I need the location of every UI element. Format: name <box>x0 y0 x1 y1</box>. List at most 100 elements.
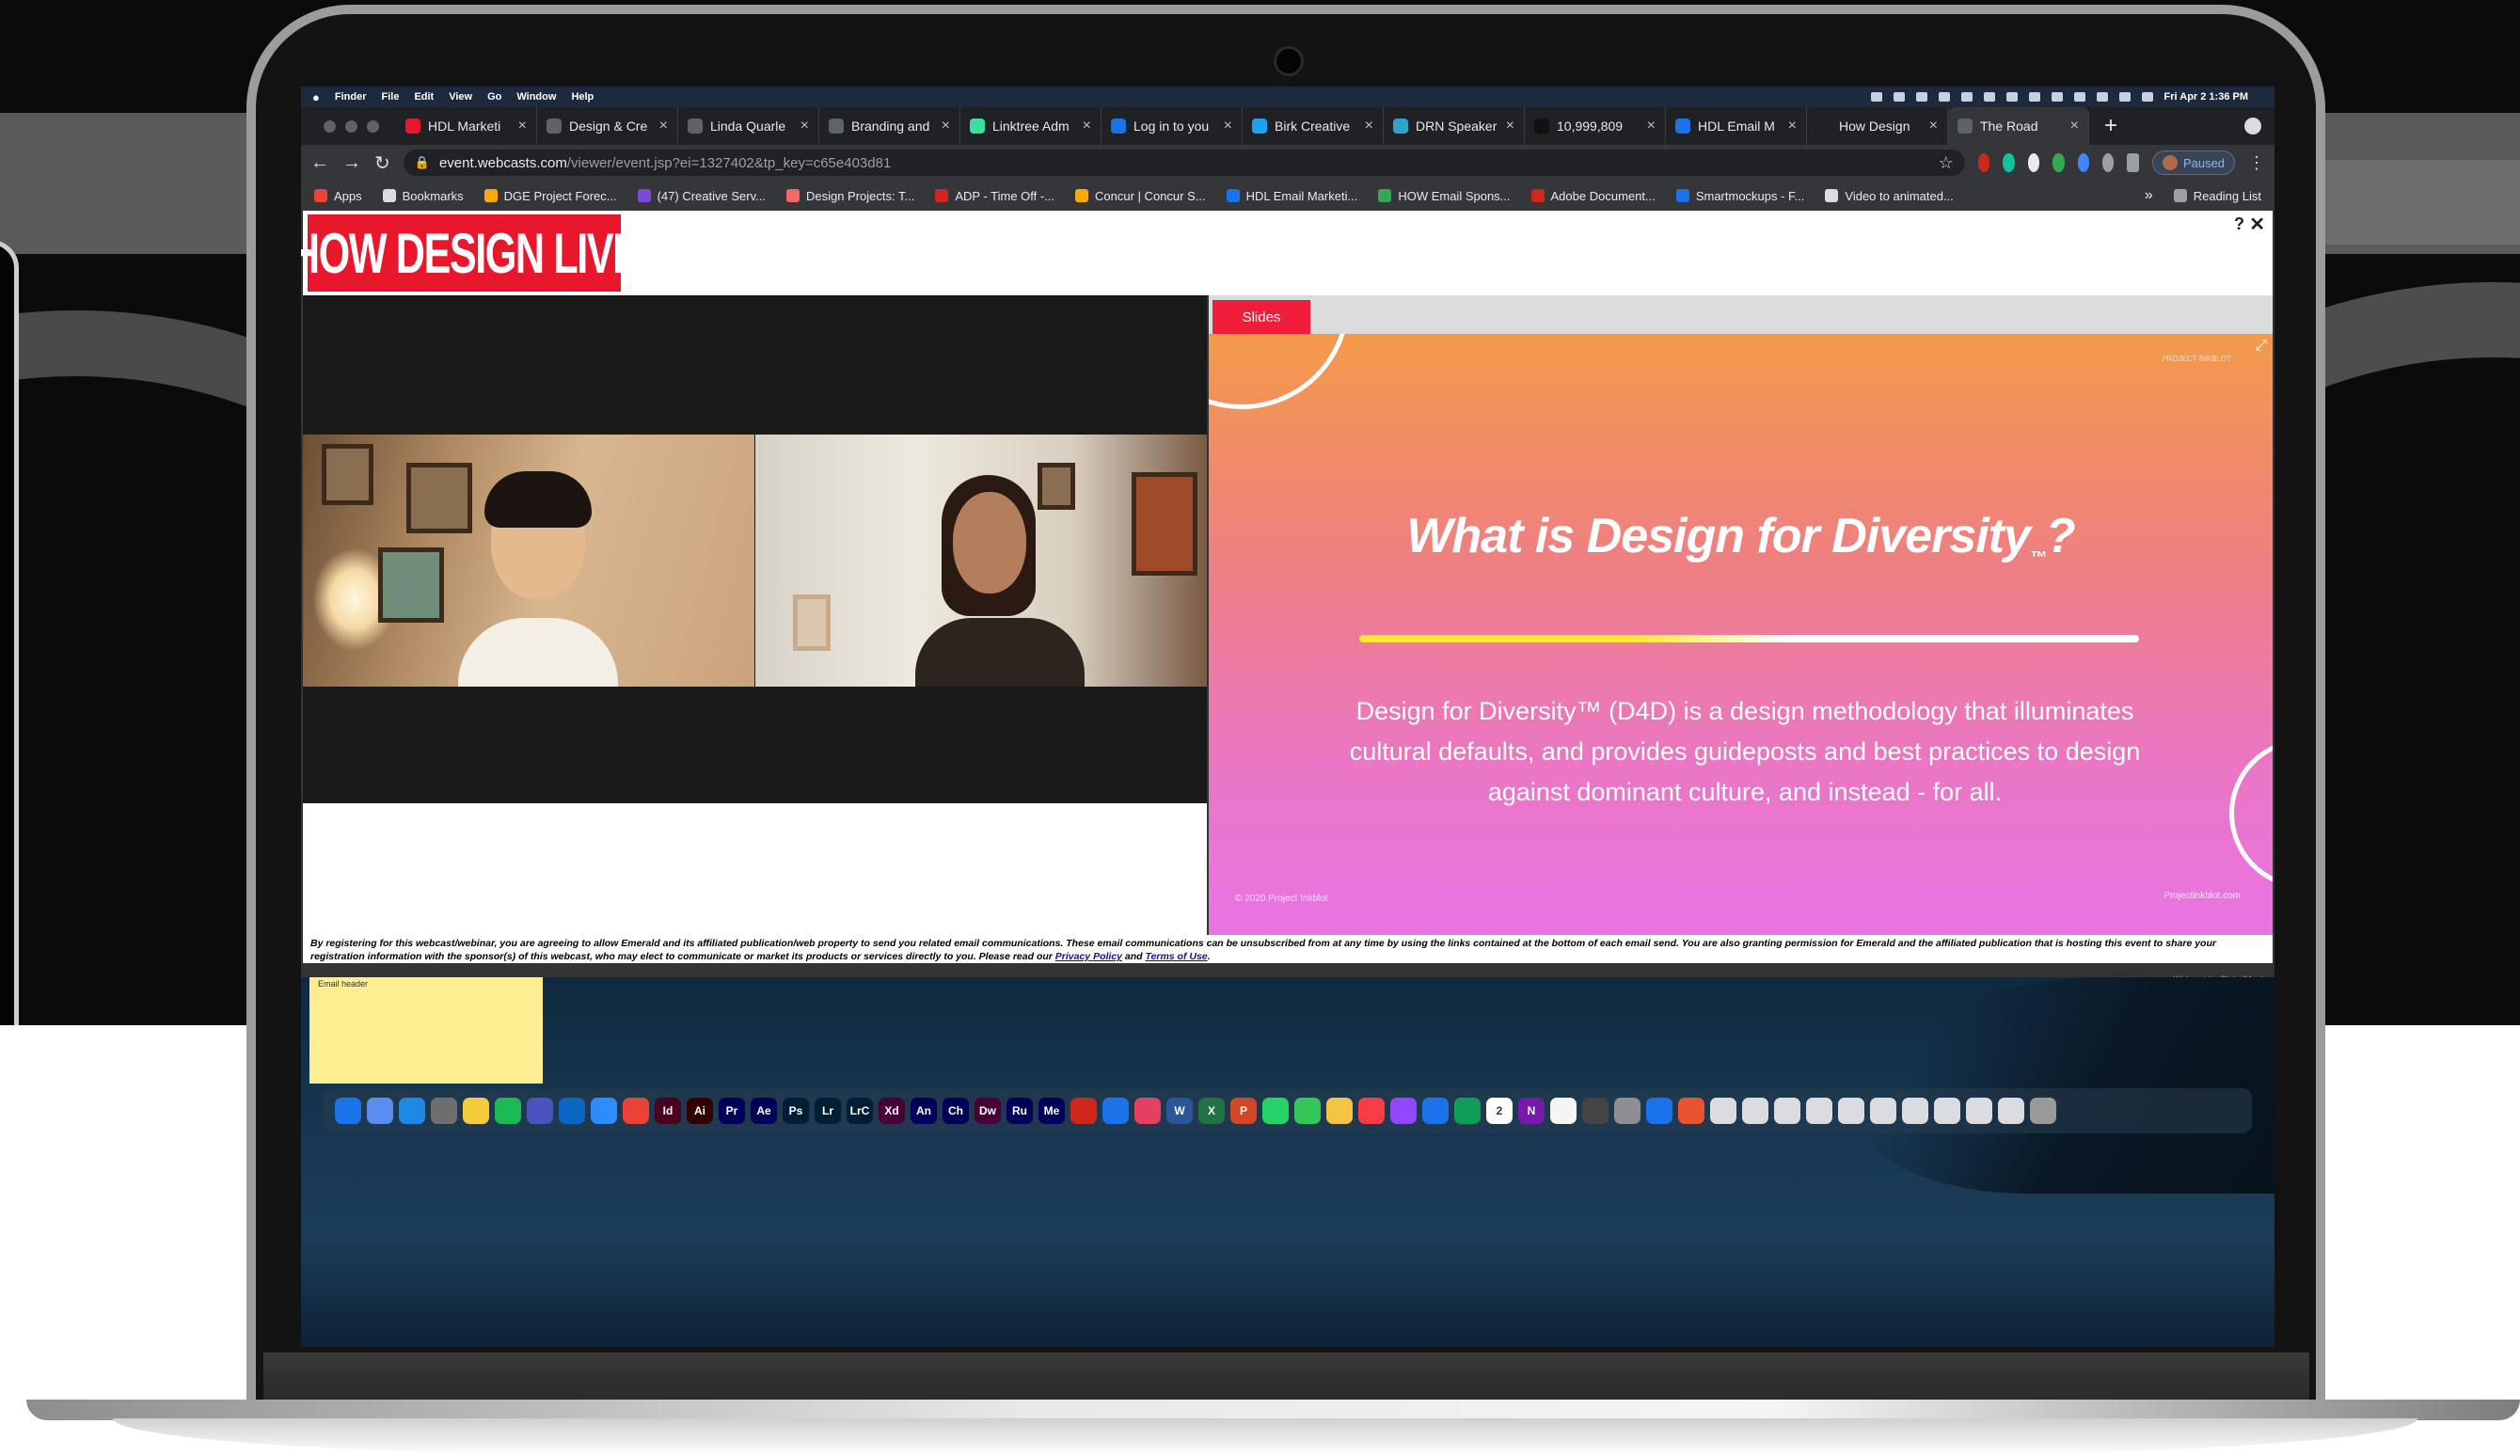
minimize-window-button[interactable] <box>345 119 357 133</box>
status-icon[interactable] <box>1915 92 1927 102</box>
bookmark-item[interactable]: Bookmarks <box>382 189 464 203</box>
dock-app-icon[interactable] <box>1838 1098 1864 1124</box>
dock-app-icon[interactable] <box>1454 1098 1481 1124</box>
menu-go[interactable]: Go <box>487 91 501 103</box>
dock-app-icon[interactable] <box>1582 1098 1609 1124</box>
close-tab-icon[interactable]: × <box>2070 118 2079 135</box>
dock-app-icon[interactable] <box>1678 1098 1704 1124</box>
volume-icon[interactable] <box>2028 92 2040 102</box>
menu-edit[interactable]: Edit <box>414 91 434 103</box>
grammarly-extension-icon[interactable] <box>2003 153 2015 172</box>
spotlight-icon[interactable] <box>2118 92 2131 102</box>
dock-app-icon[interactable]: LrC <box>847 1098 873 1124</box>
browser-tab[interactable]: Linda Quarle × <box>678 107 819 145</box>
reload-icon[interactable]: ↻ <box>374 151 390 175</box>
close-tab-icon[interactable]: × <box>1788 118 1797 135</box>
terms-of-use-link[interactable]: Terms of Use <box>1146 951 1208 962</box>
menu-help[interactable]: Help <box>571 91 594 103</box>
dock-app-icon[interactable] <box>527 1098 553 1124</box>
browser-tab[interactable]: Birk Creative × <box>1243 107 1384 145</box>
chrome-menu-icon[interactable]: ⋮ <box>2248 153 2265 173</box>
wifi-icon[interactable] <box>2096 92 2108 102</box>
bookmark-item[interactable]: (47) Creative Serv... <box>637 189 766 203</box>
bluetooth-icon[interactable] <box>2051 92 2063 102</box>
close-tab-icon[interactable]: × <box>1083 118 1091 135</box>
browser-tab[interactable]: The Road × <box>1948 107 2089 145</box>
bookmark-item[interactable]: Video to animated... <box>1825 189 1954 203</box>
dock-app-icon[interactable]: Pr <box>719 1098 745 1124</box>
bookmarks-overflow-button[interactable]: » <box>2145 187 2153 204</box>
dock-app-icon[interactable] <box>1998 1098 2024 1124</box>
reading-list-button[interactable]: Reading List <box>2173 189 2261 203</box>
dock-app-icon[interactable] <box>1070 1098 1097 1124</box>
dock-app-icon[interactable] <box>335 1098 361 1124</box>
dock-app-icon[interactable]: Ai <box>687 1098 713 1124</box>
bookmark-star-icon[interactable]: ☆ <box>1939 153 1954 173</box>
dock-app-icon[interactable] <box>1966 1098 1992 1124</box>
how-design-live-logo[interactable]: HOW DESIGN LIVE <box>301 214 640 292</box>
new-tab-button[interactable]: + <box>2089 113 2132 139</box>
privacy-policy-link[interactable]: Privacy Policy <box>1055 951 1122 962</box>
close-icon[interactable]: ✕ <box>2249 213 2265 236</box>
adblock-extension-icon[interactable] <box>1977 153 1990 172</box>
extension-icon[interactable] <box>2052 153 2065 172</box>
dock-app-icon[interactable] <box>399 1098 425 1124</box>
status-icon[interactable] <box>1938 92 1950 102</box>
bookmark-item[interactable]: Adobe Document... <box>1530 189 1656 203</box>
bookmark-item[interactable]: Design Projects: T... <box>785 189 914 203</box>
dock-app-icon[interactable] <box>1390 1098 1417 1124</box>
dock-app-icon[interactable] <box>1294 1098 1321 1124</box>
dock-app-icon[interactable] <box>1646 1098 1672 1124</box>
close-tab-icon[interactable]: × <box>1365 118 1373 135</box>
reading-mode-icon[interactable] <box>2127 153 2139 172</box>
browser-tab[interactable]: DRN Speaker × <box>1384 107 1525 145</box>
bookmark-item[interactable]: HDL Email Marketi... <box>1226 189 1357 203</box>
dock-app-icon[interactable] <box>559 1098 585 1124</box>
bookmark-item[interactable]: ADP - Time Off -... <box>935 189 1054 203</box>
dock-app-icon[interactable] <box>1550 1098 1577 1124</box>
dock-app-icon[interactable] <box>463 1098 489 1124</box>
dock-app-icon[interactable]: An <box>911 1098 937 1124</box>
dock-app-icon[interactable] <box>1102 1098 1129 1124</box>
dock-app-icon[interactable]: Id <box>655 1098 681 1124</box>
extensions-puzzle-icon[interactable] <box>2102 153 2115 172</box>
bookmark-item[interactable]: DGE Project Forec... <box>483 189 617 203</box>
dock-app-icon[interactable]: Me <box>1038 1098 1065 1124</box>
extension-icon[interactable] <box>2077 153 2090 172</box>
dock-app-icon[interactable] <box>1358 1098 1385 1124</box>
control-center-icon[interactable] <box>2141 92 2153 102</box>
close-tab-icon[interactable]: × <box>659 118 668 135</box>
dock-app-icon[interactable] <box>2030 1098 2056 1124</box>
dock-app-icon[interactable] <box>1806 1098 1832 1124</box>
browser-tab[interactable]: Design & Cre × <box>537 107 678 145</box>
menu-file[interactable]: File <box>381 91 399 103</box>
bookmark-item[interactable]: Concur | Concur S... <box>1075 189 1206 203</box>
dock-app-icon[interactable]: P <box>1230 1098 1257 1124</box>
status-icon[interactable] <box>1870 92 1882 102</box>
status-icon[interactable] <box>2005 92 2018 102</box>
tab-search-icon[interactable] <box>2244 118 2261 135</box>
dock-app-icon[interactable] <box>1326 1098 1353 1124</box>
zoom-window-button[interactable] <box>367 119 379 133</box>
dock-app-icon[interactable] <box>1710 1098 1736 1124</box>
dock-app-icon[interactable]: Ru <box>1006 1098 1033 1124</box>
dock-app-icon[interactable] <box>1742 1098 1768 1124</box>
dock-app-icon[interactable]: Ch <box>943 1098 969 1124</box>
dock-app-icon[interactable] <box>1902 1098 1928 1124</box>
bookmark-item[interactable]: HOW Email Spons... <box>1378 189 1511 203</box>
dock-app-icon[interactable] <box>367 1098 393 1124</box>
back-icon[interactable]: ← <box>310 152 329 174</box>
forward-icon[interactable]: → <box>342 152 361 174</box>
close-tab-icon[interactable]: × <box>1224 118 1232 135</box>
battery-icon[interactable] <box>2073 92 2085 102</box>
dock-app-icon[interactable]: Lr <box>815 1098 841 1124</box>
browser-tab[interactable]: Linktree Adm × <box>960 107 1102 145</box>
bookmark-item[interactable]: Smartmockups - F... <box>1675 189 1804 203</box>
extension-icon[interactable] <box>2027 153 2040 172</box>
expand-icon[interactable]: ⤢ <box>2255 338 2267 355</box>
dock-app-icon[interactable]: Dw <box>975 1098 1001 1124</box>
close-tab-icon[interactable]: × <box>518 118 527 135</box>
menu-window[interactable]: Window <box>516 91 556 103</box>
dock-app-icon[interactable]: Xd <box>879 1098 905 1124</box>
status-icon[interactable] <box>1983 92 1995 102</box>
